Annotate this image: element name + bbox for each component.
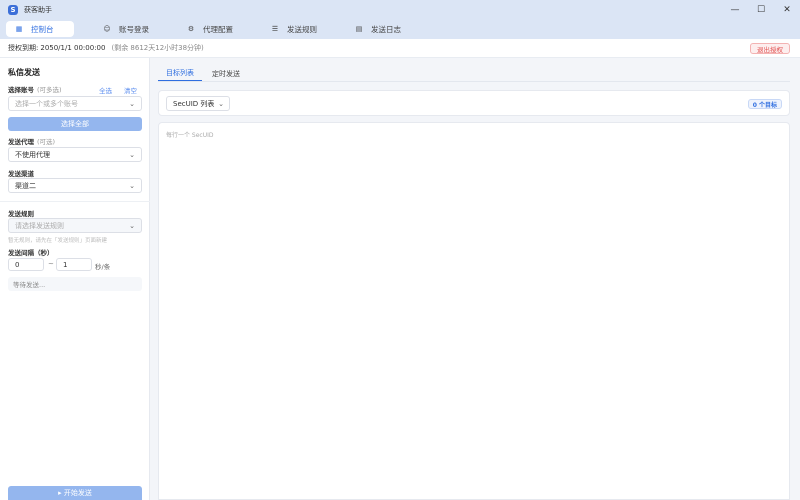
window-title: 获客助手 <box>24 5 52 14</box>
tab-account-login[interactable]: ☺ 账号登录 <box>94 21 158 37</box>
target-count-badge: 0 个目标 <box>747 99 782 109</box>
interval-min-input[interactable]: 0 <box>8 258 44 271</box>
window-controls: — ☐ ✕ <box>722 0 800 19</box>
main-nav: ▦ 控制台 ☺ 账号登录 ⚙ 代理配置 ☰ 发送规则 ▤ 发送日志 <box>0 19 800 39</box>
tab-label: 发送规则 <box>287 24 317 34</box>
proxy-select[interactable]: 不使用代理 ⌄ <box>8 147 142 162</box>
app-logo: S <box>8 4 18 15</box>
account-label: 选择账号 (可多选) <box>8 84 62 94</box>
account-optional: (可多选) <box>37 86 62 94</box>
account-select[interactable]: 选择一个或多个账号 ⌄ <box>8 96 142 111</box>
tab-label: 控制台 <box>31 24 54 34</box>
license-date: 2050/1/1 00:00:00 <box>40 44 106 52</box>
select-all-button[interactable]: 选择全部 <box>8 117 142 131</box>
chevron-down-icon: ⌄ <box>129 182 135 190</box>
panel-title: 私信发送 <box>8 68 40 77</box>
chevron-down-icon: ⌄ <box>129 100 135 108</box>
chevron-down-icon: ⌄ <box>129 222 135 230</box>
channel-label: 发送渠道 <box>8 170 34 178</box>
rule-hint: 暂无规则，请先在「发送规则」页面新建 <box>8 238 108 244</box>
interval-unit: 秒/条 <box>95 263 111 271</box>
target-type-select[interactable]: SecUID 列表 ⌄ <box>166 96 230 111</box>
grid-icon: ▦ <box>15 25 23 33</box>
channel-select[interactable]: 渠道二 ⌄ <box>8 178 142 193</box>
tab-send-rules[interactable]: ☰ 发送规则 <box>262 21 326 37</box>
interval-max-input[interactable]: 1 <box>56 258 92 271</box>
user-icon: ☺ <box>103 25 111 33</box>
editor-placeholder: 每行一个 SecUID <box>166 132 214 139</box>
proxy-label: 发送代理 (可选) <box>8 136 55 146</box>
log-icon: ▤ <box>355 25 363 33</box>
gear-icon: ⚙ <box>187 25 195 33</box>
maximize-button[interactable]: ☐ <box>748 0 774 19</box>
tab-send-log[interactable]: ▤ 发送日志 <box>346 21 410 37</box>
status-box: 等待发送... <box>8 277 142 291</box>
tab-label: 代理配置 <box>203 24 233 34</box>
account-placeholder: 选择一个或多个账号 <box>15 99 78 108</box>
rule-label: 发送规则 <box>8 210 34 218</box>
tab-label: 发送日志 <box>371 24 401 34</box>
proxy-value: 不使用代理 <box>15 150 50 159</box>
close-button[interactable]: ✕ <box>774 0 800 19</box>
rule-placeholder: 请选择发送规则 <box>15 221 64 230</box>
target-type-value: SecUID 列表 <box>173 99 215 108</box>
sub-tabs: 目标列表 定时发送 <box>158 66 250 82</box>
tab-dashboard[interactable]: ▦ 控制台 <box>6 21 74 37</box>
target-editor[interactable]: 每行一个 SecUID <box>158 122 790 500</box>
logout-button[interactable]: 退出授权 <box>750 43 790 54</box>
tab-label: 账号登录 <box>119 24 149 34</box>
tab-proxy-config[interactable]: ⚙ 代理配置 <box>178 21 242 37</box>
list-icon: ☰ <box>271 25 279 33</box>
chevron-down-icon: ⌄ <box>129 151 135 159</box>
interval-label: 发送间隔（秒） <box>8 249 54 257</box>
clear-link[interactable]: 清空 <box>124 85 137 95</box>
proxy-label-text: 发送代理 <box>8 138 34 146</box>
license-remaining: (剩余 8612天12小时38分钟) <box>111 44 204 52</box>
target-toolbar: SecUID 列表 ⌄ 0 个目标 <box>158 90 790 116</box>
proxy-optional: (可选) <box>37 138 56 146</box>
start-send-button[interactable]: ▸ 开始发送 <box>8 486 142 500</box>
license-bar: 授权到期: 2050/1/1 00:00:00 (剩余 8612天12小时38分… <box>0 39 800 58</box>
divider <box>0 201 150 202</box>
rule-select[interactable]: 请选择发送规则 ⌄ <box>8 218 142 233</box>
interval-separator: ~ <box>48 260 54 268</box>
chevron-down-icon: ⌄ <box>218 100 224 108</box>
tab-target-list[interactable]: 目标列表 <box>158 66 202 82</box>
main-content: 目标列表 定时发送 SecUID 列表 ⌄ 0 个目标 每行一个 SecUID <box>150 58 800 500</box>
account-label-text: 选择账号 <box>8 86 34 94</box>
license-label: 授权到期: <box>8 44 39 52</box>
select-all-link[interactable]: 全选 <box>99 85 112 95</box>
send-settings-panel: 私信发送 选择账号 (可多选) 全选 清空 选择一个或多个账号 ⌄ 选择全部 发送… <box>0 58 150 500</box>
tabs-underline <box>158 81 790 82</box>
channel-value: 渠道二 <box>15 181 36 190</box>
title-bar: S 获客助手 — ☐ ✕ <box>0 0 800 19</box>
tab-scheduled-send[interactable]: 定时发送 <box>204 66 248 82</box>
minimize-button[interactable]: — <box>722 0 748 19</box>
